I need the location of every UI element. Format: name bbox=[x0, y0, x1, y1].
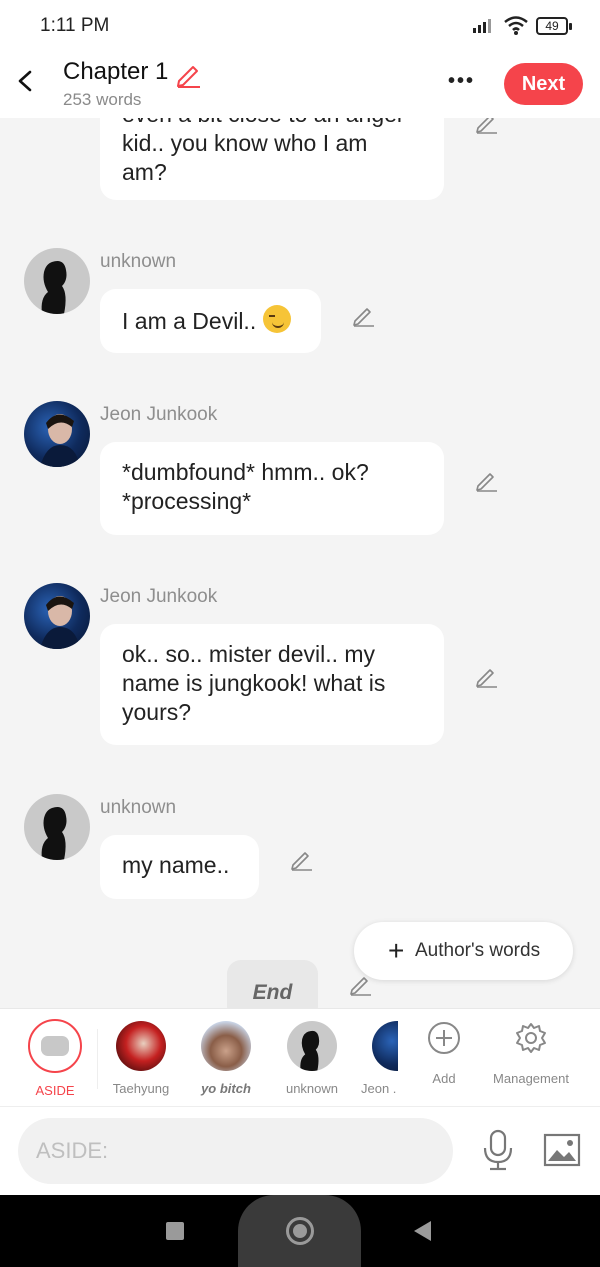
edit-message-icon[interactable] bbox=[351, 303, 375, 327]
avatar-unknown[interactable] bbox=[24, 794, 90, 860]
edit-message-icon[interactable] bbox=[474, 664, 498, 688]
speaker-name: unknown bbox=[100, 797, 177, 818]
add-circle-icon bbox=[428, 1022, 460, 1054]
speaker-name: Jeon Junkook bbox=[100, 404, 218, 425]
character-yo-bitch[interactable]: yo bitch bbox=[183, 1021, 269, 1096]
more-options-icon[interactable]: ••• bbox=[448, 70, 475, 93]
microphone-icon[interactable] bbox=[481, 1128, 515, 1172]
character-label: Jeon . bbox=[361, 1081, 397, 1096]
character-bar: ASIDE Taehyung yo bitch unknown Jeon . A… bbox=[0, 1008, 600, 1106]
battery-icon: 49 bbox=[536, 17, 572, 35]
plus-icon: + bbox=[388, 935, 405, 966]
message-bubble[interactable]: ok.. so.. mister devil.. my name is jung… bbox=[100, 624, 444, 745]
speaker-name: unknown bbox=[100, 251, 177, 272]
home-icon bbox=[286, 1217, 314, 1245]
avatar-jeon-junkook[interactable] bbox=[24, 401, 90, 467]
app-header: Chapter 1 253 words ••• Next bbox=[0, 52, 600, 118]
authors-words-button[interactable]: + Author's words bbox=[354, 922, 573, 980]
authors-words-label: Author's words bbox=[415, 940, 541, 961]
character-jeon[interactable]: Jeon . bbox=[340, 1021, 398, 1096]
edit-message-icon[interactable] bbox=[289, 847, 313, 871]
avatar bbox=[287, 1021, 337, 1071]
management-button[interactable]: Management bbox=[482, 1021, 580, 1086]
message-bubble[interactable]: my name.. bbox=[100, 835, 259, 899]
image-icon[interactable] bbox=[543, 1133, 581, 1167]
aside-icon bbox=[28, 1019, 82, 1073]
home-button[interactable] bbox=[238, 1195, 361, 1267]
recents-icon[interactable] bbox=[166, 1222, 184, 1240]
edit-title-icon[interactable] bbox=[174, 60, 202, 88]
smirk-emoji-icon bbox=[262, 305, 291, 333]
next-button[interactable]: Next bbox=[504, 63, 583, 105]
character-taehyung[interactable]: Taehyung bbox=[98, 1021, 184, 1096]
character-label: Taehyung bbox=[112, 1081, 170, 1096]
add-character-button[interactable]: Add bbox=[401, 1021, 487, 1086]
character-aside[interactable]: ASIDE bbox=[12, 1019, 98, 1098]
chapter-title: Chapter 1 bbox=[63, 58, 169, 85]
message-input[interactable] bbox=[18, 1118, 453, 1184]
wifi-icon bbox=[504, 16, 528, 35]
avatar-unknown[interactable] bbox=[24, 248, 90, 314]
status-time: 1:11 PM bbox=[40, 15, 110, 36]
edit-message-icon[interactable] bbox=[474, 118, 498, 134]
management-label: Management bbox=[493, 1071, 569, 1086]
character-label: ASIDE bbox=[35, 1083, 75, 1098]
system-nav-bar bbox=[0, 1195, 600, 1267]
word-count: 253 words bbox=[63, 90, 142, 109]
character-label: yo bitch bbox=[201, 1081, 251, 1096]
input-bar bbox=[0, 1106, 600, 1195]
back-arrow-icon[interactable] bbox=[14, 66, 38, 96]
add-label: Add bbox=[432, 1071, 456, 1086]
message-bubble[interactable]: even a bit close to an angel kid.. you k… bbox=[100, 118, 444, 200]
message-text: I am a Devil.. bbox=[122, 308, 263, 334]
avatar bbox=[372, 1021, 398, 1071]
chat-area: even a bit close to an angel kid.. you k… bbox=[0, 118, 600, 1008]
avatar-jeon-junkook[interactable] bbox=[24, 583, 90, 649]
speaker-name: Jeon Junkook bbox=[100, 586, 218, 607]
back-triangle-icon[interactable] bbox=[414, 1221, 431, 1241]
message-bubble[interactable]: *dumbfound* hmm.. ok? *processing* bbox=[100, 442, 444, 535]
edit-message-icon[interactable] bbox=[474, 468, 498, 492]
status-bar: 1:11 PM 49 bbox=[0, 0, 600, 52]
gear-icon bbox=[516, 1023, 546, 1053]
avatar bbox=[116, 1021, 166, 1071]
avatar bbox=[201, 1021, 251, 1071]
end-marker[interactable]: End bbox=[227, 960, 318, 1008]
message-bubble[interactable]: I am a Devil.. bbox=[100, 289, 321, 353]
signal-icon bbox=[473, 19, 491, 33]
